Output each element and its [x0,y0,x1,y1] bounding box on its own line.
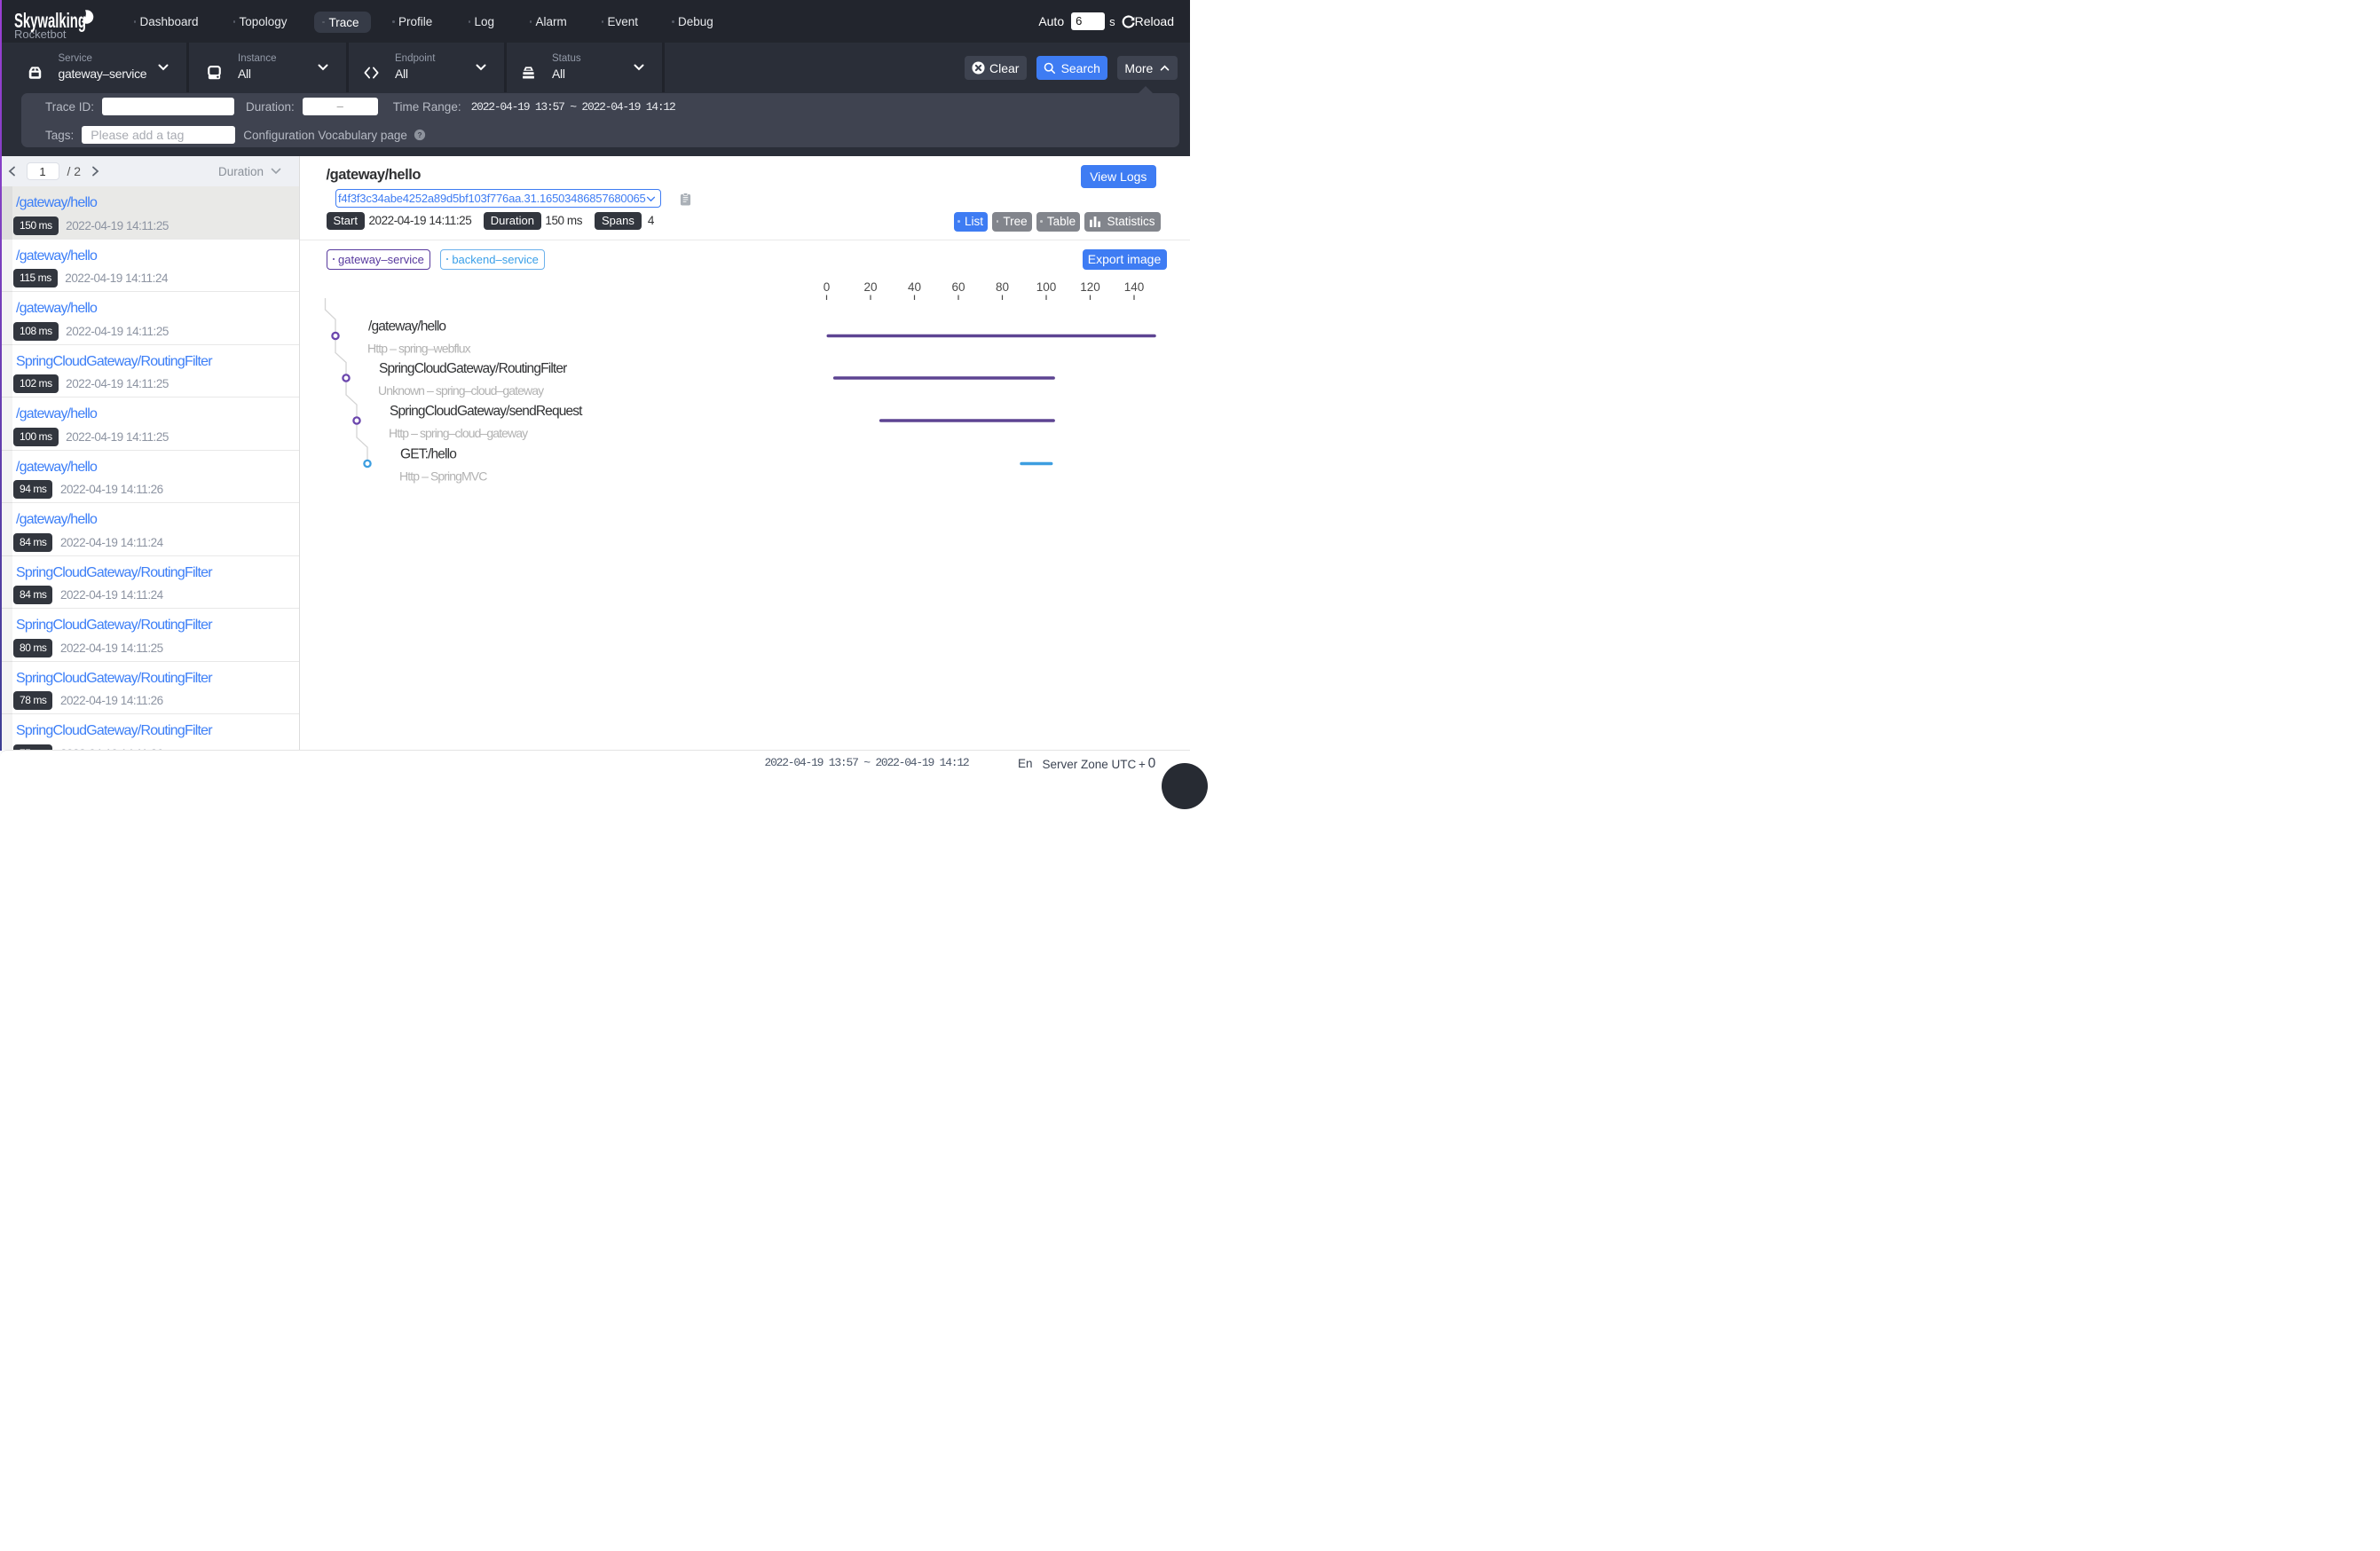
svg-text:120: 120 [1080,280,1100,294]
svg-text:60: 60 [951,280,965,294]
svg-text:?: ? [417,130,422,139]
svg-text:SpringCloudGateway/sendRequest: SpringCloudGateway/sendRequest [390,404,583,419]
svg-text:0: 0 [823,280,830,294]
svg-text:80: 80 [995,280,1008,294]
svg-text:20: 20 [863,280,877,294]
svg-text:Http – SpringMVC: Http – SpringMVC [399,469,487,484]
svg-text:Http – spring–cloud–gateway: Http – spring–cloud–gateway [389,426,528,440]
svg-text:SpringCloudGateway/RoutingFilt: SpringCloudGateway/RoutingFilter [379,361,567,376]
svg-text:GET:/hello: GET:/hello [400,447,456,462]
svg-text:100: 100 [1036,280,1056,294]
svg-text:/gateway/hello: /gateway/hello [368,319,445,335]
svg-text:Unknown – spring–cloud–gateway: Unknown – spring–cloud–gateway [378,383,544,398]
svg-text:Http – spring–webflux: Http – spring–webflux [367,342,471,356]
svg-text:40: 40 [907,280,920,294]
svg-text:140: 140 [1123,280,1144,294]
